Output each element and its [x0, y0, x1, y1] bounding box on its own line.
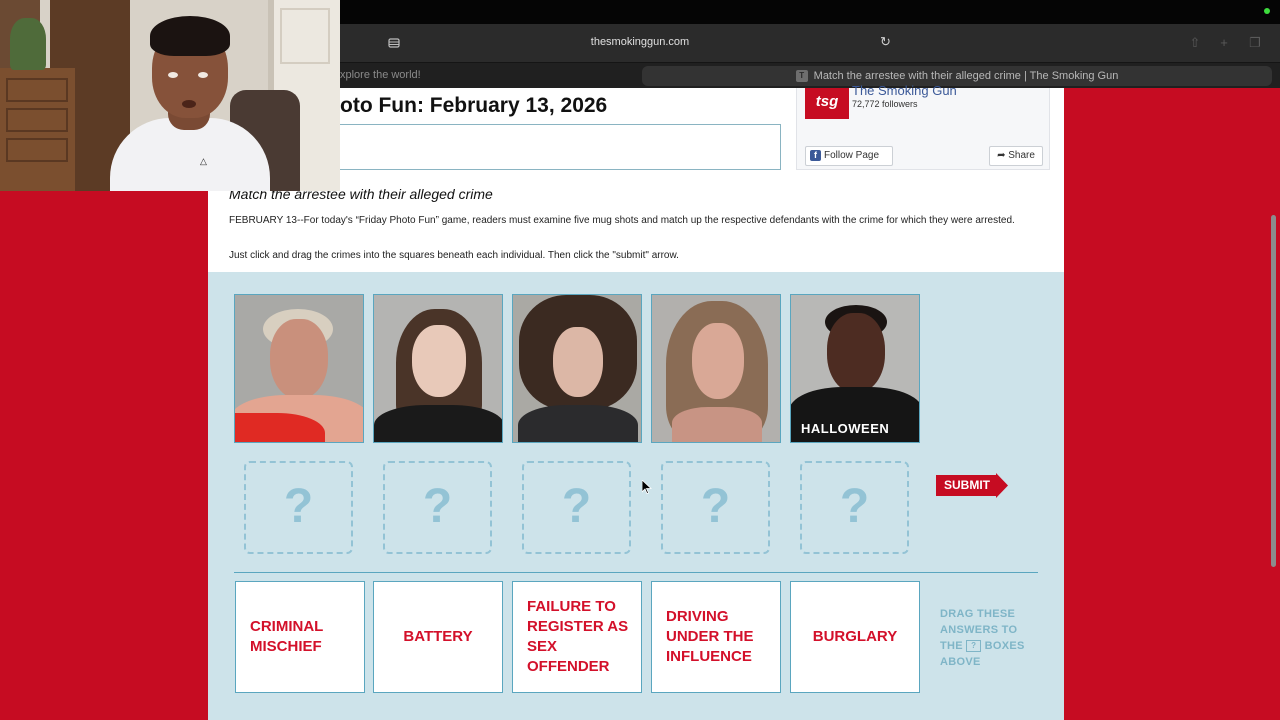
share-arrow-icon: ➦ — [997, 150, 1009, 161]
drop-zone-5[interactable]: ? — [800, 461, 909, 554]
share-button[interactable]: ➦ Share — [989, 146, 1043, 166]
drop-zone-3[interactable]: ? — [522, 461, 631, 554]
tab-active[interactable]: T Match the arrestee with their alleged c… — [642, 66, 1272, 86]
submit-button[interactable]: SUBMIT — [936, 473, 1008, 498]
webcam-plant — [10, 18, 46, 70]
article-instructions: Just click and drag the crimes into the … — [229, 250, 679, 261]
webcam-drawer — [6, 78, 68, 102]
address-bar[interactable]: thesmokinggun.com — [540, 36, 740, 48]
facebook-page-name[interactable]: The Smoking Gun — [852, 83, 957, 98]
follow-page-button[interactable]: f Follow Page — [805, 146, 893, 166]
new-tab-icon[interactable]: + — [1217, 36, 1231, 50]
answer-card-failure-to-register[interactable]: FAILURE TO REGISTER AS SEX OFFENDER — [512, 581, 642, 693]
drop-placeholder: ? — [283, 480, 314, 533]
drop-placeholder: ? — [561, 480, 592, 533]
share-icon[interactable]: ⇧ — [1188, 36, 1202, 50]
tsg-logo[interactable]: tsg — [805, 88, 849, 119]
webcam-person-hair — [150, 16, 230, 56]
share-label: Share — [1008, 150, 1035, 161]
facebook-followers: 72,772 followers — [852, 99, 918, 109]
scrollbar[interactable] — [1271, 215, 1276, 567]
status-dot-icon — [1264, 8, 1270, 14]
cursor-icon — [641, 479, 653, 494]
webcam-dresser — [0, 68, 75, 191]
mini-box-icon: ? — [966, 640, 982, 653]
webcam-drawer — [6, 108, 68, 132]
answer-card-dui[interactable]: DRIVING UNDER THE INFLUENCE — [651, 581, 781, 693]
mugshot-4 — [651, 294, 781, 443]
answer-label: FAILURE TO REGISTER AS SEX OFFENDER — [527, 598, 629, 675]
mugshot-1 — [234, 294, 364, 443]
sidebar-icon[interactable] — [388, 36, 400, 48]
drop-placeholder: ? — [700, 480, 731, 533]
tab-inactive[interactable]: xplore the world! — [340, 69, 421, 81]
webcam-person-mouth — [182, 100, 196, 108]
facebook-icon: f — [810, 149, 821, 161]
facebook-page-widget: tsg The Smoking Gun 72,772 followers f Fo… — [796, 83, 1050, 170]
drop-zone-1[interactable]: ? — [244, 461, 353, 554]
webcam-person-eye — [168, 72, 178, 78]
answer-card-battery[interactable]: BATTERY — [373, 581, 503, 693]
submit-label: SUBMIT — [944, 478, 990, 492]
mugshot-shirt-text: HALLOWEEN — [801, 421, 890, 436]
mugshot-3 — [512, 294, 642, 443]
divider — [234, 572, 1038, 573]
drop-placeholder: ? — [839, 480, 870, 533]
answer-label: CRIMINAL MISCHIEF — [250, 618, 324, 655]
webcam-shirt-logo-icon: △ — [200, 156, 207, 166]
tab-active-title: Match the arrestee with their alleged cr… — [813, 70, 1119, 82]
drop-zone-2[interactable]: ? — [383, 461, 492, 554]
mugshot-5: HALLOWEEN — [790, 294, 920, 443]
answer-label: BATTERY — [403, 628, 473, 645]
answer-label: BURGLARY — [812, 628, 898, 645]
title-ad-box — [340, 124, 781, 170]
drop-zone-4[interactable]: ? — [661, 461, 770, 554]
answer-card-criminal-mischief[interactable]: CRIMINAL MISCHIEF — [235, 581, 365, 693]
article-intro: FEBRUARY 13--For today's “Friday Photo F… — [229, 215, 1015, 226]
page-title: oto Fun: February 13, 2026 — [340, 94, 608, 117]
drag-help-text: DRAG THESE ANSWERS TO THE ? BOXES ABOVE — [940, 606, 1040, 670]
tab-favicon-icon: T — [795, 70, 808, 83]
mugshot-2 — [373, 294, 503, 443]
answer-card-burglary[interactable]: BURGLARY — [790, 581, 920, 693]
webcam-overlay: △ — [0, 0, 340, 191]
reload-icon[interactable]: ↻ — [880, 35, 894, 49]
webcam-drawer — [6, 138, 68, 162]
follow-page-label: Follow Page — [824, 150, 880, 161]
webcam-door-panel — [280, 8, 330, 64]
webcam-person-eye — [198, 72, 208, 78]
answer-label: DRIVING UNDER THE INFLUENCE — [666, 608, 754, 665]
drop-placeholder: ? — [422, 480, 453, 533]
tabs-overview-icon[interactable]: ❐ — [1248, 36, 1262, 50]
